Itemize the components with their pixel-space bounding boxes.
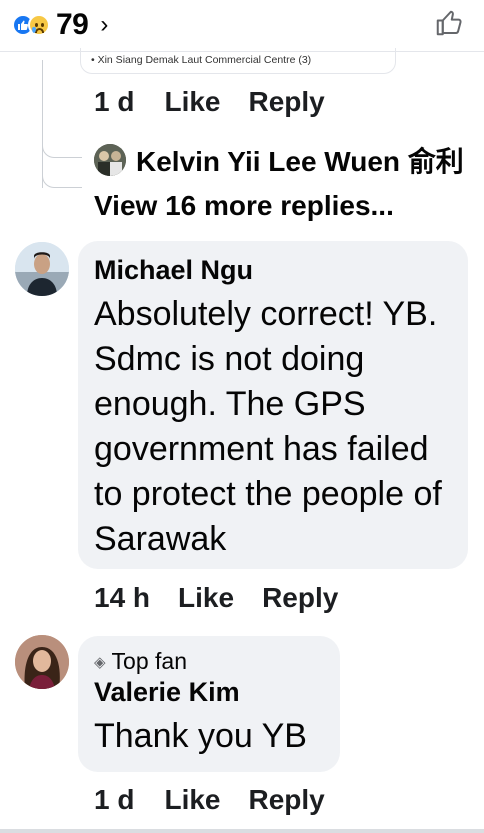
- chevron-right-icon[interactable]: ›: [100, 11, 108, 39]
- comment-body: Absolutely correct! YB. Sdmc is not doin…: [94, 295, 442, 558]
- top-fan-badge: ◈ Top fan: [94, 648, 324, 675]
- previous-comment-text: • Xin Siang Demak Laut Commercial Centre…: [91, 54, 312, 66]
- reply-button[interactable]: Reply: [249, 86, 325, 118]
- comment-time: 1 d: [94, 86, 135, 117]
- like-button[interactable]: Like: [178, 582, 234, 614]
- reply-preview[interactable]: Kelvin Yii Lee Wuen 俞利: [94, 140, 464, 180]
- reply-button[interactable]: Reply: [262, 582, 338, 614]
- thumbs-up-icon[interactable]: [434, 8, 464, 43]
- thread-line: [42, 60, 43, 188]
- comment-time: 1 d: [94, 784, 135, 815]
- diamond-icon: ◈: [94, 653, 106, 671]
- divider: [0, 829, 484, 833]
- like-button[interactable]: Like: [164, 784, 220, 816]
- comment-author-name[interactable]: Michael Ngu: [94, 255, 452, 286]
- comment-bubble: Michael Ngu Absolutely correct! YB. Sdmc…: [78, 241, 468, 569]
- comment-time: 14 h: [94, 582, 151, 613]
- reactions-summary[interactable]: 79 ›: [12, 8, 108, 42]
- reaction-count: 79: [56, 8, 89, 41]
- view-more-replies-link[interactable]: View 16 more replies...: [94, 190, 394, 222]
- comment-actions: 1 d Like Reply: [94, 784, 325, 816]
- reply-author-name[interactable]: Kelvin Yii Lee Wuen 俞利: [136, 140, 464, 180]
- reactions-bar: 79 ›: [0, 0, 484, 52]
- previous-comment-bubble: • Xin Siang Demak Laut Commercial Centre…: [80, 48, 396, 74]
- comment-author-name[interactable]: Valerie Kim: [94, 677, 324, 708]
- avatar: [94, 144, 126, 176]
- comment-actions: 14 h Like Reply: [94, 582, 338, 614]
- reply-button[interactable]: Reply: [249, 784, 325, 816]
- avatar[interactable]: [15, 635, 69, 689]
- thread-connector: [42, 142, 82, 158]
- like-button[interactable]: Like: [164, 86, 220, 118]
- badge-label: Top fan: [111, 648, 187, 674]
- comment-bubble: ◈ Top fan Valerie Kim Thank you YB: [78, 636, 340, 772]
- thread-connector: [42, 172, 82, 188]
- avatar[interactable]: [15, 242, 69, 296]
- sad-reaction-icon: [28, 14, 50, 36]
- comment-actions: 1 d Like Reply: [94, 86, 325, 118]
- comment-body: Thank you YB: [94, 717, 307, 755]
